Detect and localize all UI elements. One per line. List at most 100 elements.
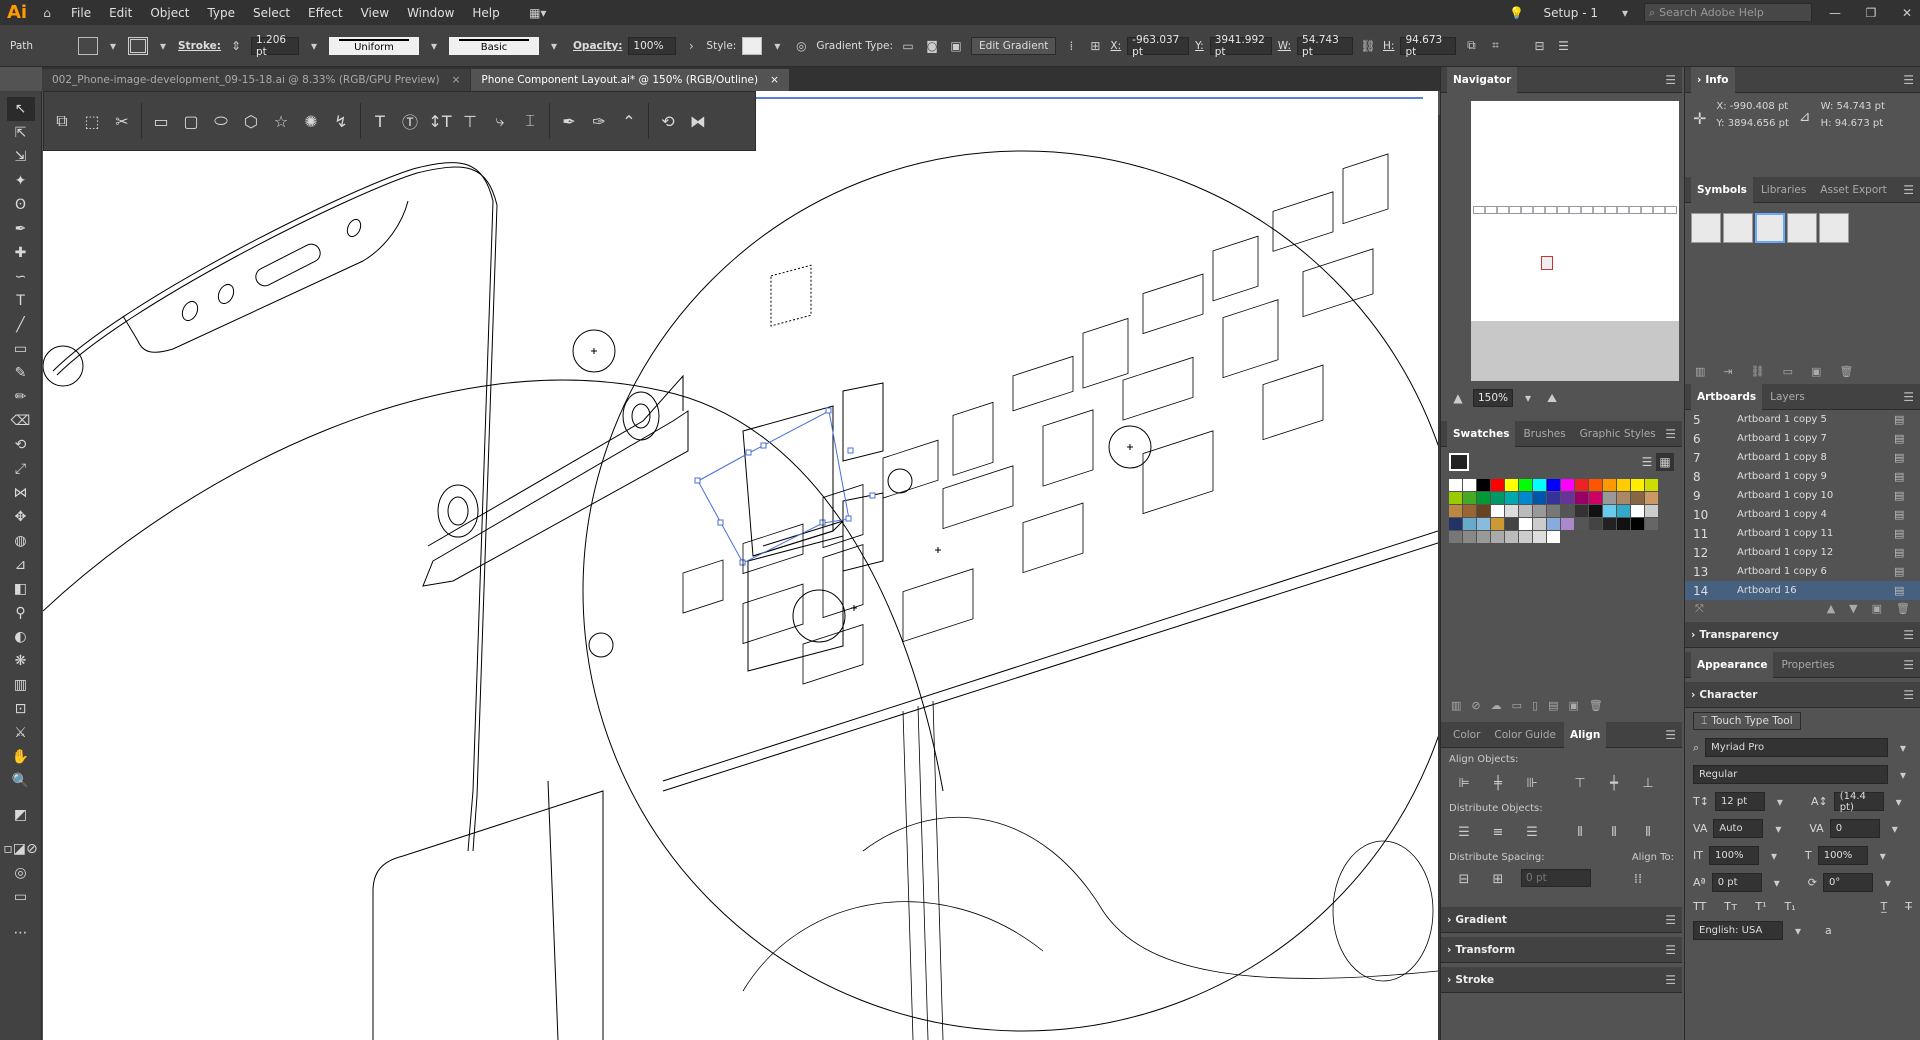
add-anchor-icon[interactable]: ✚ — [7, 241, 35, 265]
artboard-row[interactable]: 12 Artboard 1 copy 12 ▤ — [1685, 543, 1920, 562]
font-size-field[interactable]: 12 pt — [1714, 792, 1765, 811]
zoom-tool-icon[interactable]: 🔍 — [7, 769, 35, 793]
color-swatch[interactable] — [1463, 518, 1476, 530]
move-up-icon[interactable]: ▲ — [1827, 602, 1835, 616]
search-help-field[interactable]: ⌕ Search Adobe Help — [1644, 3, 1812, 22]
artboard-options-icon[interactable]: ▤ — [1894, 584, 1920, 597]
artboard-row[interactable]: 7 Artboard 1 copy 8 ▤ — [1685, 448, 1920, 467]
fill-swatch[interactable] — [78, 36, 98, 55]
new-swatch-icon[interactable]: ▣ — [1569, 699, 1579, 712]
color-swatch[interactable] — [1491, 479, 1504, 491]
line-tool-icon[interactable]: ╱ — [7, 313, 35, 337]
color-swatch[interactable] — [1477, 531, 1490, 543]
vertical-area-type-icon[interactable]: ⊤ — [456, 107, 484, 135]
chevron-down-icon[interactable]: ▾ — [1874, 847, 1892, 865]
hand-tool-icon[interactable]: ✋ — [7, 745, 35, 769]
stroke-panel-collapsed[interactable]: › Stroke ☰ — [1441, 967, 1682, 993]
color-swatch[interactable] — [1547, 492, 1560, 504]
menu-effect[interactable]: Effect — [299, 6, 352, 20]
color-swatch[interactable] — [1603, 492, 1616, 504]
eraser-icon[interactable]: ⌫ — [7, 409, 35, 433]
tab-align[interactable]: Align — [1564, 721, 1607, 748]
delete-swatch-icon[interactable]: 🗑 — [1589, 699, 1603, 712]
color-swatch[interactable] — [1505, 518, 1518, 530]
color-swatch[interactable] — [1491, 505, 1504, 517]
tab-artboards[interactable]: Artboards — [1691, 383, 1763, 410]
color-swatch[interactable] — [1617, 479, 1630, 491]
color-swatch[interactable] — [1631, 505, 1644, 517]
font-family-field[interactable]: Myriad Pro — [1705, 738, 1888, 757]
vertical-type-icon[interactable]: ↕T — [426, 107, 454, 135]
color-swatch[interactable] — [1631, 492, 1644, 504]
add-anchor-point-icon[interactable]: ✒ — [555, 107, 583, 135]
symbol-item[interactable] — [1819, 213, 1849, 243]
color-swatch[interactable] — [1505, 531, 1518, 543]
transparency-panel-collapsed[interactable]: › Transparency ☰ — [1685, 622, 1920, 648]
x-field[interactable]: -963.037 pt — [1127, 34, 1190, 58]
artboard-canvas[interactable] — [43, 91, 1438, 1040]
new-artboard-icon[interactable]: ▣ — [1872, 602, 1882, 616]
close-icon[interactable]: × — [770, 74, 779, 86]
tracking-field[interactable]: 0 — [1829, 819, 1880, 838]
freeform-gradient-icon[interactable]: ▣ — [947, 37, 965, 55]
delete-anchor-point-icon[interactable]: ✑ — [585, 107, 613, 135]
edit-gradient-button[interactable]: Edit Gradient — [971, 36, 1057, 55]
navigator-preview[interactable] — [1471, 101, 1679, 381]
color-swatch[interactable] — [1463, 479, 1476, 491]
artboard-options-icon[interactable]: ▤ — [1894, 489, 1920, 502]
chevron-down-icon[interactable]: ▾ — [1894, 766, 1912, 784]
distribute-hcenter-icon[interactable]: ⦀ — [1603, 822, 1625, 842]
reflect-icon[interactable]: ⧓ — [684, 107, 712, 135]
restore-button[interactable]: ❐ — [1858, 6, 1884, 20]
color-swatch[interactable] — [1631, 518, 1644, 530]
color-swatch[interactable] — [1505, 492, 1518, 504]
lasso-icon[interactable]: ʘ — [7, 193, 35, 217]
font-style-field[interactable]: Regular — [1693, 765, 1888, 784]
symbol-sprayer-icon[interactable]: ❋ — [7, 649, 35, 673]
delete-symbol-icon[interactable]: 🗑 — [1839, 365, 1853, 378]
color-swatch[interactable] — [1617, 505, 1630, 517]
panel-menu-icon[interactable]: ☰ — [1665, 913, 1676, 927]
arrange-documents-icon[interactable]: ⊟ — [1530, 37, 1548, 55]
menu-select[interactable]: Select — [244, 6, 299, 20]
panel-menu-icon[interactable]: ☰ — [1903, 658, 1914, 672]
chevron-down-icon[interactable]: ▾ — [305, 37, 323, 55]
color-swatch[interactable] — [1575, 479, 1588, 491]
polygon-icon[interactable]: ⬡ — [237, 107, 265, 135]
color-swatch[interactable] — [1505, 479, 1518, 491]
touch-type-icon[interactable]: ⌶ — [516, 107, 544, 135]
menu-edit[interactable]: Edit — [100, 6, 141, 20]
color-swatch[interactable] — [1547, 505, 1560, 517]
workspace-select[interactable]: Setup - 1 — [1535, 6, 1606, 20]
chevron-down-icon[interactable]: ▾ — [1886, 820, 1904, 838]
distribute-vcenter-icon[interactable]: ≡ — [1487, 822, 1509, 842]
graphic-style-swatch[interactable] — [742, 36, 763, 55]
group-selection-tool-icon[interactable]: ⇲ — [7, 145, 35, 169]
align-vcenter-icon[interactable]: ┿ — [1603, 773, 1625, 793]
underline-icon[interactable]: T̲ — [1881, 900, 1888, 913]
artboard-row[interactable]: 9 Artboard 1 copy 10 ▤ — [1685, 486, 1920, 505]
align-bottom-icon[interactable]: ⊥ — [1637, 773, 1659, 793]
slice-tool-icon[interactable]: ⚔ — [7, 721, 35, 745]
horizontal-spacing-icon[interactable]: ⊞ — [1487, 869, 1509, 889]
perspective-grid-icon[interactable]: ⊿ — [7, 553, 35, 577]
color-swatch[interactable] — [1533, 518, 1546, 530]
width-tool-icon[interactable]: ⋈ — [7, 481, 35, 505]
curvature-tool-icon[interactable]: ∽ — [7, 265, 35, 289]
artboard-row[interactable]: 14 Artboard 16 ▤ — [1685, 581, 1920, 600]
flare-icon[interactable]: ✺ — [297, 107, 325, 135]
color-swatch[interactable] — [1547, 531, 1560, 543]
color-swatch[interactable] — [1519, 531, 1532, 543]
close-icon[interactable]: × — [452, 74, 461, 86]
color-swatch[interactable] — [1575, 505, 1588, 517]
color-swatch[interactable] — [1449, 505, 1462, 517]
subscript-icon[interactable]: T₁ — [1785, 900, 1796, 913]
color-swatch[interactable] — [1449, 518, 1462, 530]
chevron-down-icon[interactable]: ▾ — [1769, 820, 1787, 838]
color-swatch[interactable] — [1645, 518, 1658, 530]
panel-menu-icon[interactable]: ☰ — [1665, 943, 1676, 957]
menu-window[interactable]: Window — [398, 6, 463, 20]
free-transform-icon[interactable]: ⬚ — [78, 107, 106, 135]
artboard-options-icon[interactable]: ▤ — [1894, 546, 1920, 559]
spacing-field[interactable]: 0 pt — [1521, 869, 1591, 887]
